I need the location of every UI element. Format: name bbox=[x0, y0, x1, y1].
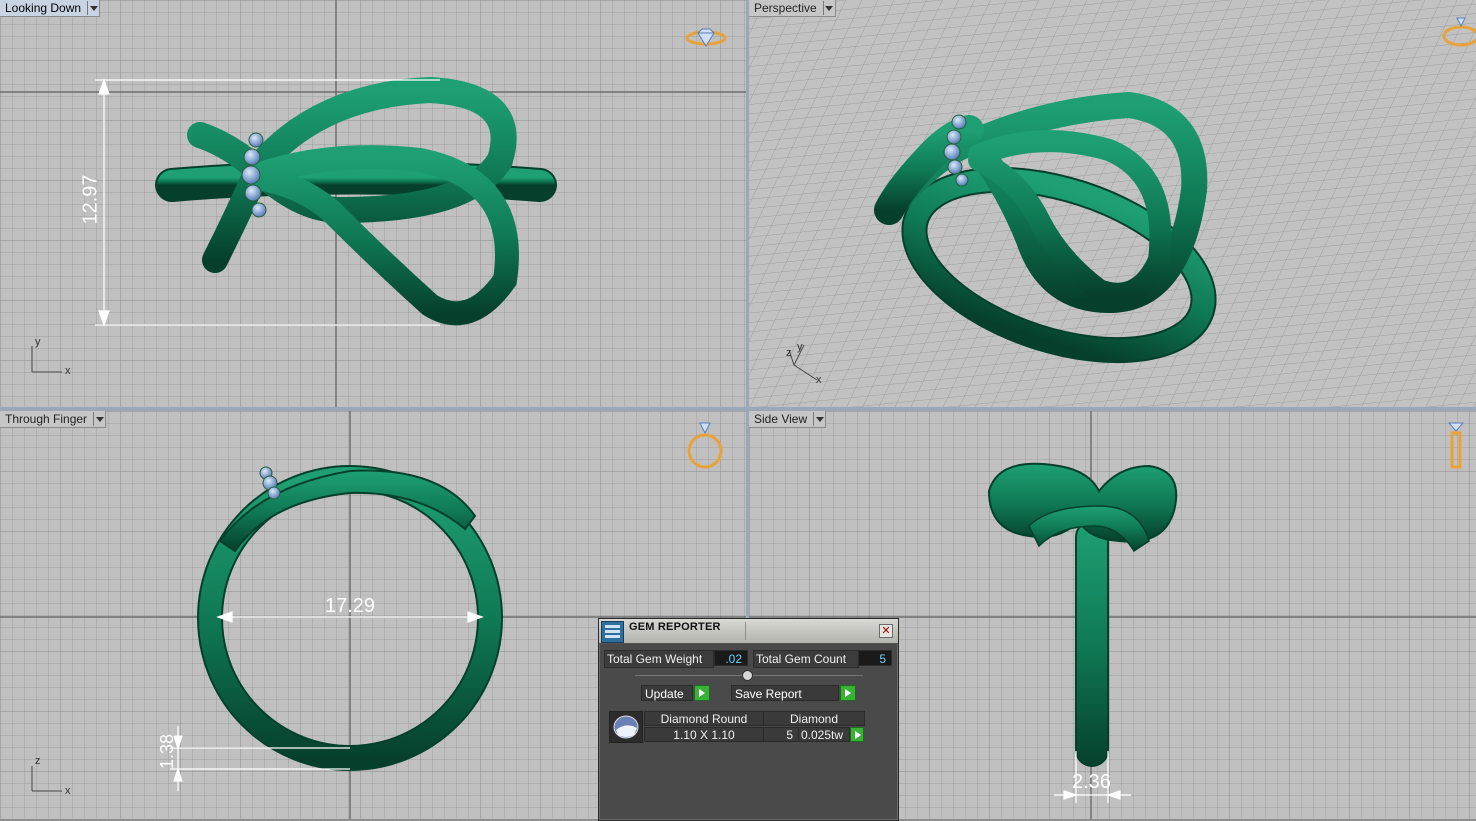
dimension-side-label: 2.36 bbox=[1072, 771, 1111, 793]
viewport-scene: y x bbox=[0, 0, 746, 407]
slider-handle[interactable] bbox=[742, 670, 753, 681]
total-gem-count-value[interactable]: 5 bbox=[858, 650, 892, 666]
total-gem-weight-label: Total Gem Weight bbox=[604, 650, 714, 668]
round-diamond-icon bbox=[609, 711, 643, 743]
svg-text:z: z bbox=[35, 755, 41, 767]
total-gem-weight-value[interactable]: .02 bbox=[714, 650, 748, 666]
viewport-looking-down[interactable]: y x 12.97 Looking Down bbox=[0, 0, 746, 407]
table-header-shape: Diamond Round bbox=[644, 711, 764, 726]
viewport-perspective[interactable]: z y x Perspective bbox=[749, 0, 1476, 407]
update-button[interactable]: Update bbox=[641, 685, 693, 701]
dimension-height-label: 12.97 bbox=[79, 174, 102, 225]
table-cell-weight: 0.025tw bbox=[798, 727, 850, 742]
table-cell-count: 5 bbox=[763, 727, 799, 742]
svg-text:x: x bbox=[65, 365, 71, 377]
gem-reporter-icon bbox=[601, 621, 624, 643]
svg-text:y: y bbox=[797, 341, 803, 353]
viewport-scene: z y x bbox=[749, 0, 1476, 407]
viewport-label-through-finger[interactable]: Through Finger bbox=[0, 411, 107, 428]
viewport-label-looking-down[interactable]: Looking Down bbox=[0, 0, 101, 17]
dimension-thickness-label: 1.38 bbox=[157, 733, 178, 770]
svg-text:x: x bbox=[816, 374, 822, 386]
gem-reporter-title: GEM REPORTER bbox=[629, 621, 721, 633]
table-header-material: Diamond bbox=[763, 711, 865, 726]
svg-text:y: y bbox=[35, 336, 41, 348]
dropdown-arrow-icon[interactable] bbox=[813, 412, 825, 426]
save-report-button[interactable]: Save Report bbox=[731, 685, 839, 701]
viewport-label-side-view[interactable]: Side View bbox=[749, 411, 827, 428]
gem-reporter-panel: GEM REPORTER ✕ Total Gem Weight .02 Tota… bbox=[598, 618, 899, 821]
dimension-width-label: 17.29 bbox=[325, 595, 376, 617]
dropdown-arrow-icon[interactable] bbox=[87, 1, 99, 15]
close-icon[interactable]: ✕ bbox=[879, 624, 893, 638]
table-row-go-icon[interactable] bbox=[850, 727, 864, 742]
svg-text:x: x bbox=[65, 785, 71, 797]
table-cell-size: 1.10 X 1.10 bbox=[644, 727, 764, 742]
title-separator bbox=[745, 622, 746, 640]
viewport-divider-horizontal[interactable] bbox=[0, 407, 1476, 411]
dropdown-arrow-icon[interactable] bbox=[93, 412, 105, 426]
total-gem-count-label: Total Gem Count bbox=[753, 650, 859, 668]
save-report-go-icon[interactable] bbox=[840, 685, 856, 701]
svg-text:z: z bbox=[786, 347, 792, 359]
viewport-label-perspective[interactable]: Perspective bbox=[749, 0, 836, 17]
dropdown-arrow-icon[interactable] bbox=[822, 1, 835, 15]
gem-reporter-titlebar[interactable]: GEM REPORTER ✕ bbox=[599, 619, 898, 644]
update-go-icon[interactable] bbox=[694, 685, 710, 701]
